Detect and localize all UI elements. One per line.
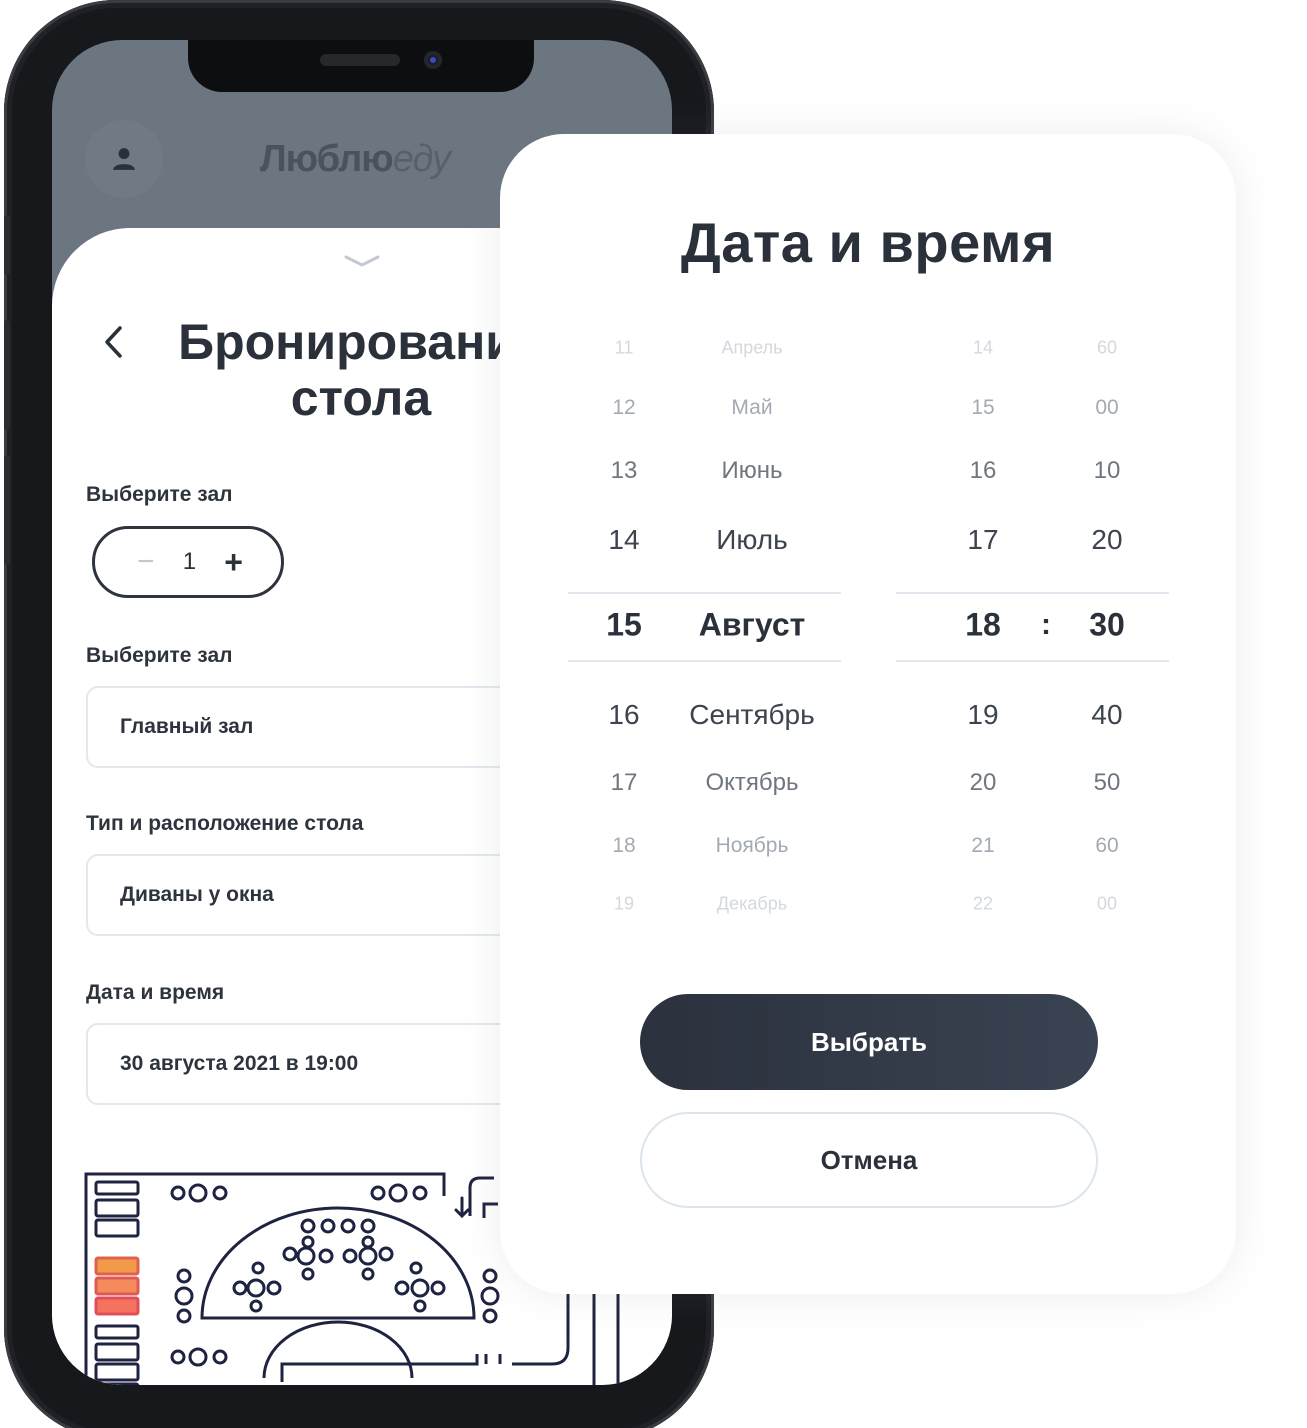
month-option[interactable]: Май (731, 396, 772, 420)
phone-side-button (4, 320, 10, 430)
hour-option[interactable]: 17 (967, 524, 998, 556)
day-option[interactable]: 19 (614, 894, 634, 915)
month-option[interactable]: Ноябрь (716, 834, 789, 858)
day-option[interactable]: 12 (612, 396, 635, 420)
guests-label: Выберите зал (86, 483, 233, 506)
month-option[interactable]: Декабрь (717, 894, 787, 915)
minute-option[interactable]: 60 (1095, 834, 1118, 858)
selection-line (896, 592, 1169, 594)
day-option[interactable]: 13 (611, 457, 638, 485)
hour-option[interactable]: 14 (973, 338, 993, 359)
profile-button[interactable] (85, 120, 163, 198)
hour-option[interactable]: 21 (971, 834, 994, 858)
selection-line (896, 660, 1169, 662)
selected-hour-option[interactable]: 18 (965, 607, 1001, 644)
hour-option[interactable]: 15 (971, 396, 994, 420)
stepper-value: 1 (182, 548, 197, 575)
select-button[interactable]: Выбрать (640, 994, 1098, 1090)
hour-option[interactable]: 20 (970, 769, 997, 797)
hour-option[interactable]: 16 (970, 457, 997, 485)
increment-button[interactable]: + (224, 546, 243, 578)
month-option[interactable]: Апрель (721, 338, 782, 359)
user-icon (113, 148, 135, 170)
phone-side-button (4, 215, 10, 275)
speaker (320, 54, 400, 66)
selection-line (568, 660, 841, 662)
day-option[interactable]: 17 (611, 769, 638, 797)
minute-option[interactable]: 10 (1094, 457, 1121, 485)
hour-option[interactable]: 22 (973, 894, 993, 915)
month-option[interactable]: Июль (716, 524, 787, 556)
guests-stepper: − 1 + (92, 526, 284, 598)
logo-light: еду (392, 138, 451, 180)
camera (424, 51, 442, 69)
minute-option[interactable]: 00 (1095, 396, 1118, 420)
phone-notch (188, 40, 534, 92)
day-option[interactable]: 16 (608, 699, 639, 731)
modal-title: Дата и время (680, 211, 1056, 274)
time-separator: : (1041, 608, 1051, 641)
month-option[interactable]: Октябрь (705, 769, 798, 797)
page-title: Бронирование стола (176, 314, 546, 426)
page-title-line1: Бронирование (178, 314, 544, 370)
decrement-button[interactable]: − (137, 547, 155, 577)
table-group (170, 1183, 500, 1367)
day-option[interactable]: 11 (615, 338, 634, 359)
month-option[interactable]: Июнь (721, 457, 782, 485)
selection-line (568, 592, 841, 594)
app-logo: Люблюеду (260, 138, 451, 181)
table-type-label: Тип и расположение стола (86, 812, 364, 835)
back-arrow-icon[interactable] (102, 324, 126, 360)
bar-arc (200, 1206, 476, 1379)
selected-minute-option[interactable]: 30 (1089, 607, 1125, 644)
minute-option[interactable]: 00 (1097, 894, 1117, 915)
logo-bold: Люблю (260, 138, 394, 180)
datetime-label: Дата и время (86, 981, 225, 1004)
datetime-picker-modal: Дата и время : Выбрать Отмена 11 12 13 14 15… (500, 134, 1236, 1294)
hall-label: Выберите зал (86, 644, 233, 667)
sofa-column (94, 1180, 140, 1385)
minute-option[interactable]: 20 (1091, 524, 1122, 556)
hour-option[interactable]: 19 (967, 699, 998, 731)
selected-month-option[interactable]: Август (699, 607, 806, 644)
minute-option[interactable]: 60 (1097, 338, 1117, 359)
chevron-down-icon[interactable] (344, 254, 380, 268)
phone-side-button (4, 455, 10, 565)
day-option[interactable]: 18 (612, 834, 635, 858)
page-title-line2: стола (290, 370, 432, 426)
minute-option[interactable]: 40 (1091, 699, 1122, 731)
month-option[interactable]: Сентябрь (689, 699, 814, 731)
cancel-button[interactable]: Отмена (640, 1112, 1098, 1208)
selected-day-option[interactable]: 15 (606, 607, 642, 644)
minute-option[interactable]: 50 (1094, 769, 1121, 797)
day-option[interactable]: 14 (608, 524, 639, 556)
